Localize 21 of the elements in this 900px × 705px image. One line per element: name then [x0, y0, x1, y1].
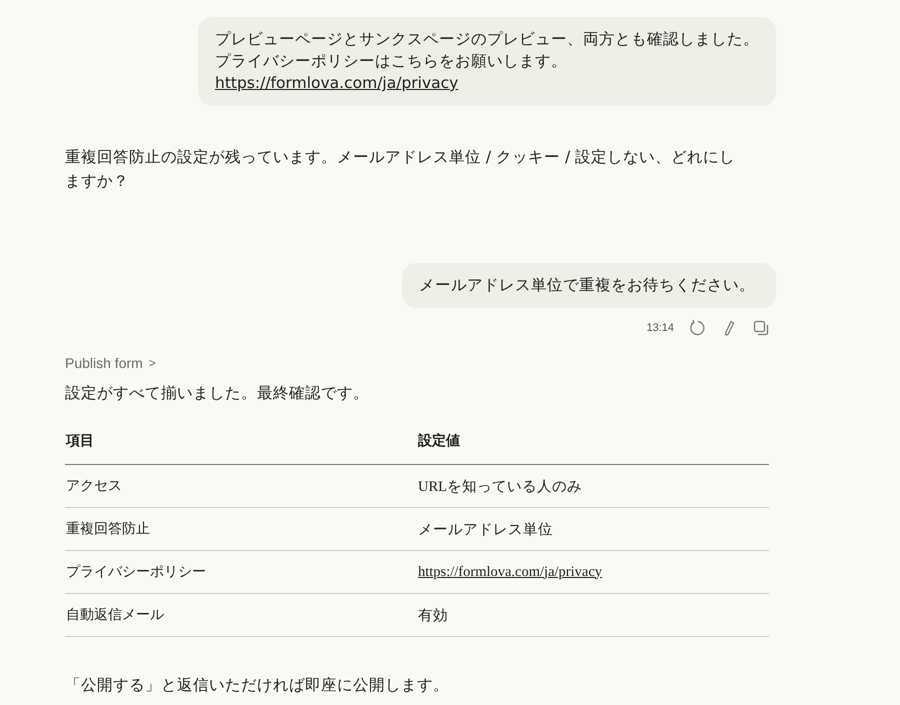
copy-icon[interactable]: [752, 319, 770, 337]
table-cell: メールアドレス単位: [418, 522, 553, 538]
assistant-message: 設定がすべて揃いました。最終確認です。: [65, 383, 370, 404]
message-text: メールアドレス単位で重複をお待ちください。: [419, 275, 755, 296]
column-header: 項目: [66, 433, 94, 449]
tool-call-toggle[interactable]: Publish form >: [65, 355, 156, 371]
table-cell: アクセス: [66, 478, 122, 494]
privacy-link[interactable]: https://formlova.com/ja/privacy: [215, 72, 458, 94]
table-cell: プライバシーポリシー: [66, 564, 206, 580]
retry-icon[interactable]: [688, 319, 706, 337]
table-cell: URLを知っている人のみ: [418, 478, 582, 494]
table-cell: 有効: [418, 608, 448, 624]
privacy-link[interactable]: https://formlova.com/ja/privacy: [418, 564, 602, 580]
column-header: 設定値: [418, 433, 460, 449]
message-text: プレビューページとサンクスページのプレビュー、両方とも確認しました。: [215, 29, 755, 50]
table-cell: 自動返信メール: [66, 607, 164, 623]
assistant-message: 「公開する」と返信いただければ即座に公開します。: [65, 675, 450, 696]
message-time: 13:14: [646, 322, 674, 334]
table-cell: 重複回答防止: [66, 521, 150, 537]
message-text: プライバシーポリシーはこちらをお願いします。: [215, 51, 568, 72]
assistant-message: 重複回答防止の設定が残っています。メールアドレス単位 / クッキー / 設定しない、どれにしますか？: [65, 147, 736, 192]
